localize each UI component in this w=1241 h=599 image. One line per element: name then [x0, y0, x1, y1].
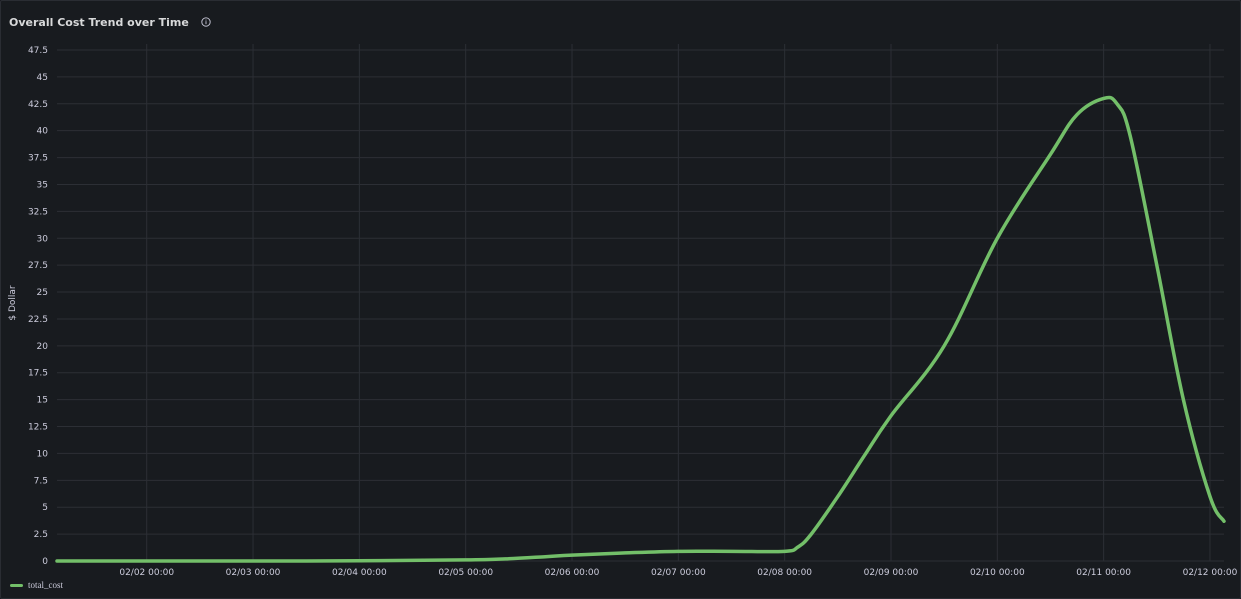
- x-tick-label: 02/05 00:00: [438, 568, 493, 578]
- y-axis-ticks: 0 2.5 5 7.5 10 12.5 15 17.5 20 22.5 25 27.5 30 32.5 35…: [28, 46, 48, 567]
- y-tick-label: 5: [42, 503, 48, 513]
- x-tick-label: 02/07 00:00: [651, 568, 706, 578]
- x-tick-label: 02/09 00:00: [864, 568, 919, 578]
- x-axis-ticks: 02/02 00:00 02/03 00:00 02/04 00:00 02/05 0…: [119, 568, 1237, 578]
- y-tick-label: 12.5: [28, 423, 48, 433]
- x-tick-label: 02/02 00:00: [119, 568, 174, 578]
- y-tick-label: 47.5: [28, 46, 48, 56]
- y-tick-label: 27.5: [28, 261, 48, 271]
- grid-lines: [57, 44, 1224, 562]
- y-tick-label: 32.5: [28, 207, 48, 217]
- y-tick-label: 0: [42, 557, 48, 567]
- legend-swatch: [10, 583, 23, 587]
- legend-label: total_cost: [28, 580, 63, 590]
- x-tick-label: 02/06 00:00: [545, 568, 600, 578]
- y-tick-label: 15: [37, 396, 48, 406]
- x-tick-label: 02/10 00:00: [970, 568, 1025, 578]
- series-line-total_cost[interactable]: [55, 95, 1226, 563]
- y-tick-label: 30: [37, 234, 49, 244]
- y-tick-label: 17.5: [28, 369, 48, 379]
- y-axis-label: $ Dollar: [8, 285, 18, 321]
- line-chart[interactable]: 0 2.5 5 7.5 10 12.5 15 17.5 20 22.5 25 27.5 30 32.5 35…: [0, 0, 1241, 599]
- y-tick-label: 42.5: [28, 100, 48, 110]
- x-tick-label: 02/12 00:00: [1183, 568, 1238, 578]
- y-tick-label: 37.5: [28, 154, 48, 164]
- x-tick-label: 02/08 00:00: [757, 568, 812, 578]
- y-tick-label: 10: [37, 449, 49, 459]
- x-tick-label: 02/11 00:00: [1076, 568, 1131, 578]
- y-tick-label: 22.5: [28, 315, 48, 325]
- y-tick-label: 25: [37, 288, 48, 298]
- legend[interactable]: total_cost: [10, 580, 63, 590]
- y-tick-label: 20: [37, 342, 49, 352]
- x-tick-label: 02/03 00:00: [226, 568, 281, 578]
- y-tick-label: 2.5: [34, 530, 48, 540]
- y-tick-label: 45: [37, 73, 48, 83]
- x-tick-label: 02/04 00:00: [332, 568, 387, 578]
- y-tick-label: 7.5: [34, 476, 48, 486]
- y-tick-label: 35: [37, 180, 48, 190]
- series-layer: [55, 95, 1226, 563]
- y-tick-label: 40: [37, 127, 49, 137]
